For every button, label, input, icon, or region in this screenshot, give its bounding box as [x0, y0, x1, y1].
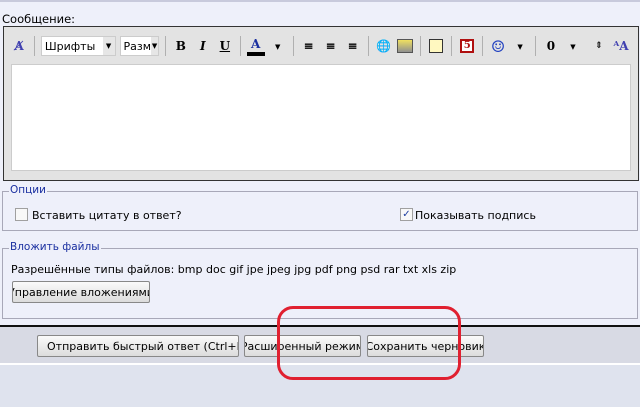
size-select-value: Разм: [123, 39, 152, 53]
toolbar-separator: [482, 36, 484, 56]
quote-label: Вставить цитату в ответ?: [32, 209, 182, 222]
top-divider: [0, 0, 640, 2]
toolbar-separator: [164, 36, 166, 56]
italic-button[interactable]: I: [194, 35, 212, 57]
toolbar-separator: [292, 36, 294, 56]
chevron-down-icon: ▼: [102, 37, 115, 55]
toolbar-separator: [451, 36, 453, 56]
toolbar-separator: [367, 36, 369, 56]
smiley-icon[interactable]: ☺: [489, 35, 507, 57]
chevron-down-icon[interactable]: ▼: [564, 35, 582, 57]
chevron-down-icon[interactable]: ▼: [511, 35, 529, 57]
quote-icon[interactable]: [427, 35, 445, 57]
chevron-down-icon[interactable]: ▼: [269, 35, 287, 57]
font-color-button[interactable]: A: [246, 36, 265, 56]
chevron-down-icon: ▼: [151, 37, 158, 55]
message-textarea[interactable]: [11, 64, 631, 171]
font-select-value: Шрифты: [44, 39, 96, 53]
size-select[interactable]: Разм ▼: [119, 36, 159, 56]
message-editor: A̸ Шрифты ▼ Разм ▼ B I U A ▼ ≡ ≡ ≡ 🌐 5 ☺ ▼…: [3, 26, 639, 181]
attachments-legend: Вложить файлы: [9, 241, 101, 253]
attach-icon[interactable]: 0: [542, 35, 560, 57]
quote-checkbox[interactable]: [15, 208, 28, 221]
underline-button[interactable]: U: [216, 35, 234, 57]
resize-icon[interactable]: ⇕: [590, 35, 608, 57]
manage-attachments-button[interactable]: Управление вложениями: [12, 281, 150, 303]
editor-toolbar: A̸ Шрифты ▼ Разм ▼ B I U A ▼ ≡ ≡ ≡ 🌐 5 ☺ ▼…: [4, 31, 638, 61]
toolbar-separator: [420, 36, 422, 56]
toolbar-separator: [239, 36, 241, 56]
options-legend: Опции: [9, 184, 47, 196]
signature-checkbox[interactable]: ✓: [400, 208, 413, 221]
options-fieldset: Опции Вставить цитату в ответ? ✓ Показыв…: [2, 184, 638, 231]
switch-mode-icon[interactable]: ᴬA: [612, 35, 630, 57]
font-select[interactable]: Шрифты ▼: [40, 36, 116, 56]
align-left-icon[interactable]: ≡: [300, 35, 318, 57]
toolbar-separator: [34, 36, 35, 56]
message-label: Сообщение:: [2, 12, 76, 26]
remove-format-icon[interactable]: A̸: [10, 35, 28, 57]
insert-link-icon[interactable]: 🌐: [374, 35, 392, 57]
align-right-icon[interactable]: ≡: [344, 35, 362, 57]
allowed-file-types: Разрешённые типы файлов: bmp doc gif jpe…: [11, 263, 457, 276]
spoiler-icon[interactable]: 5: [458, 35, 476, 57]
highlight-annotation: [277, 306, 461, 380]
submit-quick-reply-button[interactable]: Отправить быстрый ответ (Ctrl+Enter): [37, 335, 239, 357]
toolbar-separator: [535, 36, 536, 56]
signature-label: Показывать подпись: [415, 209, 536, 222]
align-center-icon[interactable]: ≡: [322, 35, 340, 57]
insert-image-icon[interactable]: [396, 35, 414, 57]
bold-button[interactable]: B: [172, 35, 190, 57]
